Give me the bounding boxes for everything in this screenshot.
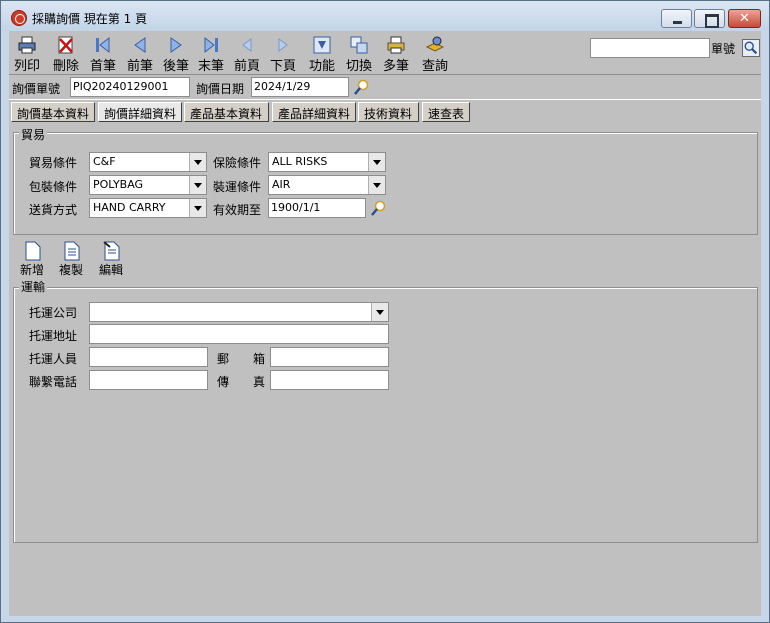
- multi-record-button[interactable]: 多筆: [378, 33, 414, 74]
- valid-until-field[interactable]: 1900/1/1: [268, 198, 366, 218]
- copy-document-icon: [62, 241, 80, 261]
- delivery-method-select[interactable]: HAND CARRY: [89, 198, 207, 218]
- shipping-company-select[interactable]: [89, 302, 389, 322]
- window-title: 採購詢價 現在第 1 頁: [32, 12, 148, 26]
- query-icon: [425, 35, 445, 55]
- switch-icon: [349, 35, 369, 55]
- chevron-down-icon[interactable]: [189, 176, 206, 194]
- add-button[interactable]: 新增: [15, 239, 49, 277]
- last-record-icon: [201, 35, 221, 55]
- contact-person-field[interactable]: [89, 347, 208, 367]
- close-button[interactable]: ✕: [728, 9, 761, 28]
- print-button[interactable]: 列印: [9, 33, 45, 74]
- valid-until-lookup-button[interactable]: [370, 199, 388, 217]
- fax-field[interactable]: [270, 370, 389, 390]
- app-logo-icon: [11, 10, 27, 26]
- app-window: 採購詢價 現在第 1 頁 ✕ 列印 刪除 首筆 前筆 後筆 末筆 前頁 下頁 功…: [0, 0, 770, 623]
- magnifier-icon: [371, 200, 386, 216]
- first-record-button[interactable]: 首筆: [85, 33, 121, 74]
- chevron-down-icon[interactable]: [368, 176, 385, 194]
- inquiry-date-label: 詢價日期: [196, 82, 245, 96]
- tab-technical[interactable]: 技術資料: [358, 102, 419, 122]
- insurance-terms-label: 保險條件: [213, 156, 262, 170]
- last-record-button[interactable]: 末筆: [193, 33, 229, 74]
- minimize-button[interactable]: [661, 9, 692, 28]
- tab-quick-reference[interactable]: 速查表: [422, 102, 470, 122]
- inquiry-date-field[interactable]: 2024/1/29: [251, 77, 349, 97]
- trade-group-title: 貿易: [19, 126, 48, 143]
- client-area: 列印 刪除 首筆 前筆 後筆 末筆 前頁 下頁 功能 切換 多筆 查詢 單號 詢…: [9, 31, 761, 616]
- first-record-icon: [93, 35, 113, 55]
- header-fields-row: 詢價單號 PIQ20240129001 詢價日期 2024/1/29: [9, 74, 761, 100]
- order-number-label: 單號: [711, 42, 736, 56]
- chevron-down-icon[interactable]: [371, 303, 388, 321]
- tab-product-basic[interactable]: 產品基本資料: [184, 102, 269, 122]
- inquiry-number-label: 詢價單號: [12, 82, 61, 96]
- tab-inquiry-detail[interactable]: 詢價詳細資料: [98, 102, 182, 122]
- delete-icon: [56, 35, 76, 55]
- valid-until-label: 有效期至: [213, 203, 262, 217]
- packing-terms-select[interactable]: POLYBAG: [89, 175, 207, 195]
- delete-button[interactable]: 刪除: [48, 33, 84, 74]
- date-lookup-button[interactable]: [353, 78, 371, 96]
- edit-button[interactable]: 編輯: [94, 239, 128, 277]
- delivery-method-label: 送貨方式: [29, 203, 78, 217]
- fax-label: 傳 真: [217, 375, 266, 389]
- contact-person-label: 托運人員: [29, 352, 78, 366]
- maximize-button[interactable]: [694, 9, 725, 28]
- shipping-terms-select[interactable]: AIR: [268, 175, 386, 195]
- previous-record-icon: [130, 35, 150, 55]
- trade-terms-select[interactable]: C&F: [89, 152, 207, 172]
- chevron-down-icon[interactable]: [368, 153, 385, 171]
- order-number-search-input[interactable]: [590, 38, 710, 58]
- transport-group-title: 運輸: [19, 278, 48, 295]
- magnifier-icon: [354, 79, 369, 95]
- chevron-down-icon[interactable]: [189, 199, 206, 217]
- chevron-down-icon[interactable]: [189, 153, 206, 171]
- packing-terms-label: 包裝條件: [29, 180, 78, 194]
- function-icon: [312, 35, 332, 55]
- query-button[interactable]: 查詢: [417, 33, 453, 74]
- inquiry-number-field[interactable]: PIQ20240129001: [70, 77, 190, 97]
- next-page-button[interactable]: 下頁: [265, 33, 301, 74]
- trade-terms-label: 貿易條件: [29, 156, 78, 170]
- search-icon: [744, 41, 758, 55]
- tab-inquiry-basic[interactable]: 詢價基本資料: [11, 102, 95, 122]
- previous-page-icon: [237, 35, 257, 55]
- title-bar[interactable]: 採購詢價 現在第 1 頁 ✕: [1, 1, 769, 31]
- postal-box-field[interactable]: [270, 347, 389, 367]
- printer-icon: [17, 35, 37, 55]
- previous-record-button[interactable]: 前筆: [122, 33, 158, 74]
- next-record-icon: [166, 35, 186, 55]
- contact-phone-field[interactable]: [89, 370, 208, 390]
- new-document-icon: [23, 241, 41, 261]
- tab-product-detail[interactable]: 產品詳細資料: [272, 102, 356, 122]
- function-button[interactable]: 功能: [304, 33, 340, 74]
- shipping-address-field[interactable]: [89, 324, 389, 344]
- switch-button[interactable]: 切換: [341, 33, 377, 74]
- edit-document-icon: [102, 241, 120, 261]
- next-page-icon: [273, 35, 293, 55]
- copy-button[interactable]: 複製: [54, 239, 88, 277]
- multi-record-icon: [386, 35, 406, 55]
- shipping-address-label: 托運地址: [29, 329, 78, 343]
- insurance-terms-select[interactable]: ALL RISKS: [268, 152, 386, 172]
- close-icon: ✕: [739, 11, 750, 26]
- shipping-company-label: 托運公司: [29, 306, 78, 320]
- search-button[interactable]: [742, 39, 760, 57]
- previous-page-button[interactable]: 前頁: [229, 33, 265, 74]
- contact-phone-label: 聯繫電話: [29, 375, 78, 389]
- shipping-terms-label: 裝運條件: [213, 180, 262, 194]
- postal-box-label: 郵 箱: [217, 352, 266, 366]
